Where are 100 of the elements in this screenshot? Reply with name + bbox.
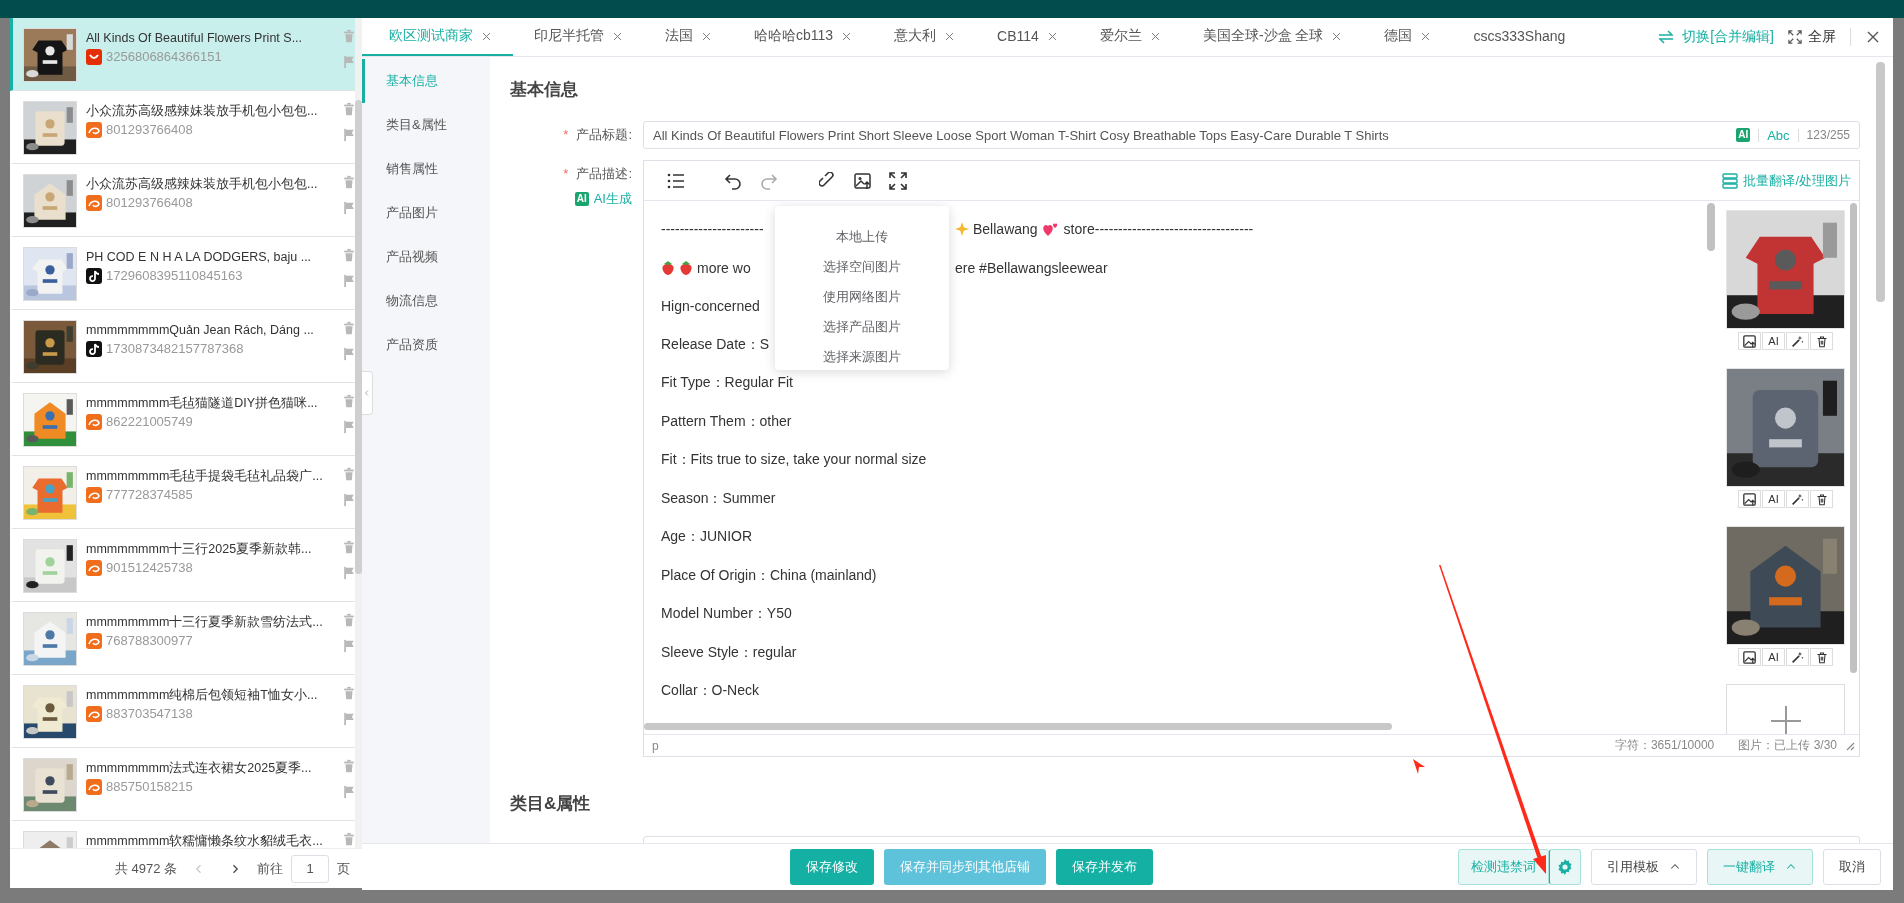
ai-button[interactable]: AI [1762,332,1785,350]
flag-icon[interactable] [342,565,355,581]
page-unit: 页 [337,859,350,878]
scrollbar[interactable] [1707,203,1715,251]
flag-icon[interactable] [342,711,355,727]
flag-icon[interactable] [342,638,355,654]
tab[interactable]: cscs333Shang [1452,18,1587,56]
element-path: p [652,738,659,753]
delete-button[interactable] [1810,648,1833,666]
close-icon[interactable] [841,30,853,42]
trash-icon[interactable] [342,247,355,263]
flag-icon[interactable] [342,346,355,362]
collapse-handle[interactable] [362,371,373,415]
tab[interactable]: 法国 [644,18,733,56]
nav-item[interactable]: 产品视频 [362,235,490,279]
flag-icon[interactable] [342,419,355,435]
product-list-item[interactable]: mmmmmmmm法式连衣裙女2025夏季... 885750158215 [10,748,355,821]
product-list-item[interactable]: mmmmmmmm毛毡手提袋毛毡礼品袋广... 777728374585 [10,456,355,529]
close-icon[interactable] [1865,29,1881,45]
flag-icon[interactable] [342,127,355,143]
product-list-item[interactable]: PH COD E N H A LA DODGERS, baju ... 1729608395110845163 [10,237,355,310]
tab[interactable]: 意大利 [873,18,977,56]
product-list-item[interactable]: mmmmmmmm纯棉后包领短袖T恤女小... 883703547138 [10,675,355,748]
settings-button[interactable] [1549,849,1581,885]
scrollbar[interactable] [1850,203,1857,673]
scrollbar[interactable] [1876,62,1885,302]
magic-button[interactable] [1786,490,1809,508]
image-upload-icon[interactable] [854,171,872,190]
menu-item[interactable]: 选择空间图片 [775,252,949,282]
flag-icon[interactable] [342,200,355,216]
nav-item[interactable]: 产品图片 [362,191,490,235]
action-button[interactable]: 引用模板 [1591,849,1697,885]
product-id: 777728374585 [106,486,193,504]
tab[interactable]: 印尼半托管 [513,18,644,56]
close-icon[interactable] [1046,30,1058,42]
product-list-item[interactable]: mmmmmmmm十三行2025夏季新款韩... 901512425738 [10,529,355,602]
nav-item[interactable]: 产品资质 [362,323,490,367]
close-icon[interactable] [1420,30,1432,42]
hearts-icon [1041,221,1060,238]
link-icon[interactable] [819,171,837,190]
image-button[interactable] [1738,648,1761,666]
menu-item[interactable]: 使用网络图片 [775,282,949,312]
magic-button[interactable] [1786,648,1809,666]
trash-icon[interactable] [342,831,355,847]
close-icon[interactable] [701,30,712,42]
product-list-item[interactable]: mmmmmmmm毛毡猫隧道DIY拼色猫咪... 862221005749 [10,383,355,456]
trash-icon[interactable] [342,685,355,701]
action-button[interactable]: 取消 [1823,849,1881,885]
product-list-item[interactable]: 小众流苏高级感辣妹装放手机包小包包... 801293766408 [10,91,355,164]
product-list-item[interactable]: mmmmmmmmQuản Jean Rách, Dáng ... 1730873482157787368 [10,310,355,383]
ai-button[interactable]: AI [1762,490,1785,508]
required-mark: * [563,166,569,181]
menu-item[interactable]: 本地上传 [775,222,949,252]
product-list-item[interactable]: mmmmmmmm十三行夏季新款雪纺法式... 768788300977 [10,602,355,675]
flag-icon[interactable] [342,273,355,289]
fullscreen-button[interactable]: 全屏 [1788,28,1836,46]
product-list-item[interactable]: All Kinds Of Beautiful Flowers Print S... 3256806864366151 [10,18,355,91]
close-icon[interactable] [944,30,956,42]
close-icon[interactable] [1149,30,1161,42]
menu-item[interactable]: 选择产品图片 [775,312,949,342]
tab[interactable]: 哈哈哈cb113 [733,18,874,56]
close-icon[interactable] [481,30,492,42]
resize-handle-icon[interactable] [1845,740,1855,751]
trash-icon[interactable] [342,320,355,336]
trash-icon[interactable] [342,612,355,628]
product-list-item[interactable]: 小众流苏高级感辣妹装放手机包小包包... 801293766408 [10,164,355,237]
nav-item[interactable]: 物流信息 [362,279,490,323]
nav-item[interactable]: 销售属性 [362,147,490,191]
flag-icon[interactable] [342,492,355,508]
magic-button[interactable] [1786,332,1809,350]
trash-icon[interactable] [342,174,355,190]
tab[interactable]: 德国 [1363,18,1453,56]
tab[interactable]: 爱尔兰 [1078,18,1182,56]
flag-icon[interactable] [342,54,355,70]
delete-button[interactable] [1810,332,1833,350]
undo-icon[interactable] [724,171,742,190]
scrollbar[interactable] [644,723,1392,730]
description-text: Collar：O-Neck [661,682,759,701]
tab[interactable]: 美国全球-沙盒 全球 [1181,18,1364,56]
trash-icon[interactable] [342,539,355,555]
ai-button[interactable]: AI [1762,648,1785,666]
nav-item[interactable]: 类目&属性 [362,103,490,147]
trash-icon[interactable] [342,28,355,44]
tab[interactable]: CB114 [976,18,1079,56]
fullscreen-icon[interactable] [889,171,907,190]
trash-icon[interactable] [342,101,355,117]
list-icon[interactable] [667,171,685,190]
trash-icon[interactable] [342,758,355,774]
flag-icon[interactable] [342,784,355,800]
trash-icon[interactable] [342,466,355,482]
delete-button[interactable] [1810,490,1833,508]
redo-icon[interactable] [760,171,778,190]
page-field[interactable]: 1 [291,854,329,883]
menu-item[interactable]: 选择来源图片 [775,342,949,372]
close-icon[interactable] [612,30,623,42]
close-icon[interactable] [1331,30,1343,42]
image-button[interactable] [1738,490,1761,508]
scrollbar[interactable] [355,100,362,574]
trash-icon[interactable] [342,393,355,409]
image-button[interactable] [1738,332,1761,350]
